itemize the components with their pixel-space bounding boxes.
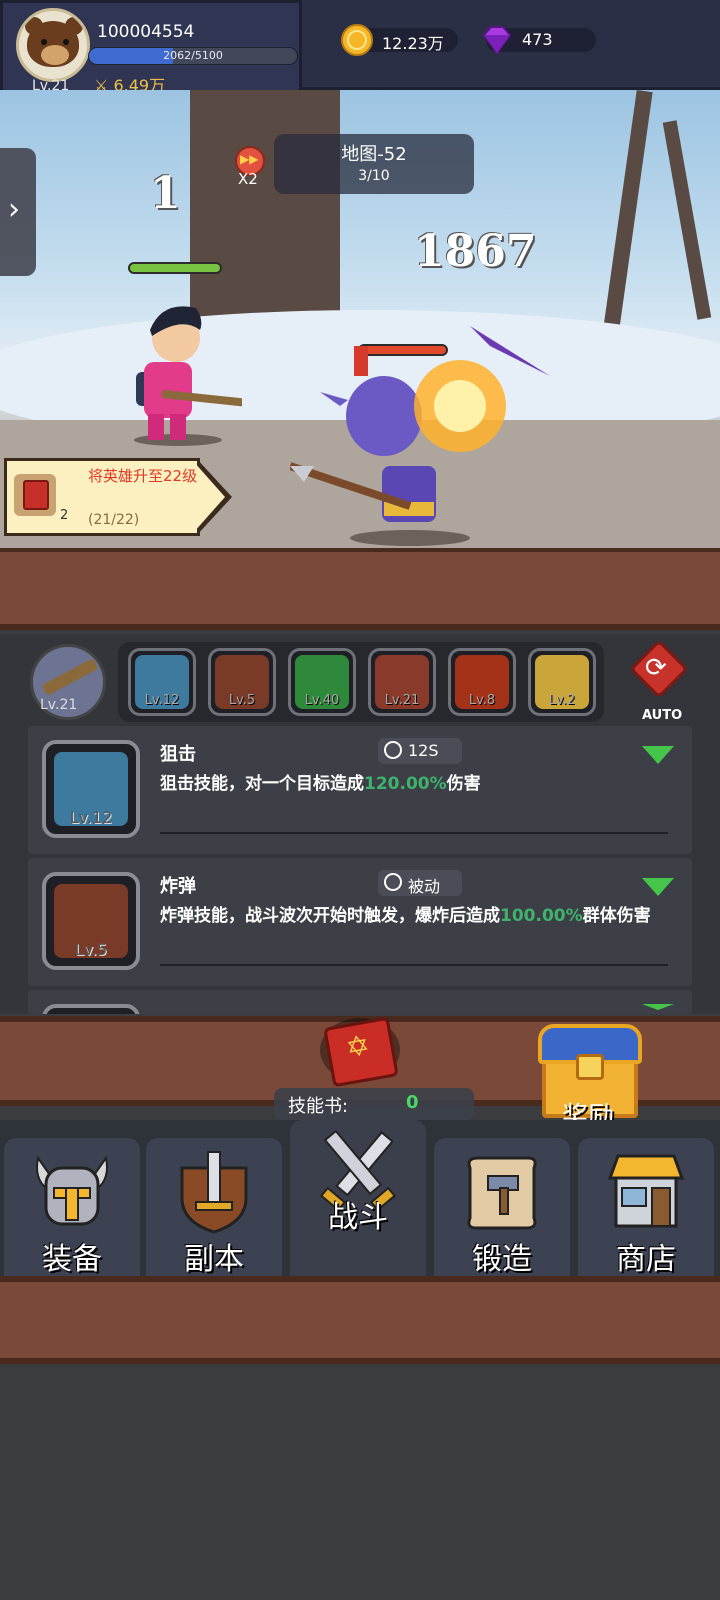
- quest-banner[interactable]: 2 将英雄升至22级 (21/22): [0, 456, 236, 538]
- rifle-icon: [41, 658, 99, 696]
- skill-slot-level: Lv.2: [548, 693, 576, 708]
- refresh-icon: ⟳: [645, 653, 667, 683]
- clock-icon: [384, 741, 402, 759]
- skill-book-button[interactable]: ✡: [320, 1014, 410, 1088]
- desc-text: 伤害: [446, 774, 481, 794]
- damage-number: 1867: [414, 226, 537, 277]
- skill-card-level: Lv.5: [74, 940, 108, 959]
- nav-tab-label: 商店: [616, 1242, 676, 1277]
- desc-text: 群体伤害: [582, 906, 651, 926]
- sword-shield-icon: [180, 1151, 248, 1234]
- skill-cooldown-badge: 被动: [378, 870, 462, 896]
- skill-slot[interactable]: Lv.21: [368, 648, 436, 716]
- skill-card[interactable]: Lv.5 炸弹 被动 炸弹技能，战斗波次开始时触发，爆炸后造成100.00%群体…: [28, 858, 692, 986]
- gold-value: 12.23万: [382, 34, 444, 53]
- forge-scroll-icon: [467, 1156, 537, 1230]
- map-name: 地图-52: [341, 144, 407, 165]
- skill-card-name: 炸弹: [160, 876, 196, 897]
- skill-slot-level: Lv.12: [144, 693, 180, 708]
- nav-tab-forge[interactable]: 锻造: [434, 1138, 570, 1277]
- skill-card-partial[interactable]: [28, 990, 692, 1014]
- quest-reward-count: 2: [60, 508, 69, 523]
- skill-book-label: 技能书:: [288, 1096, 349, 1117]
- player-id: 100004554: [97, 22, 195, 42]
- wood-divider: [0, 1276, 720, 1364]
- nav-tab-label: 装备: [42, 1242, 102, 1277]
- skill-cooldown-text: 12S: [408, 741, 439, 760]
- skill-slot[interactable]: Lv.40: [288, 648, 356, 716]
- chest-lock-icon: [576, 1054, 604, 1080]
- expand-triangle-icon[interactable]: [642, 1004, 674, 1010]
- nav-tab-shop[interactable]: 商店: [578, 1138, 714, 1277]
- gem-value: 473: [522, 30, 553, 49]
- skill-card[interactable]: Lv.12 狙击 12S 狙击技能，对一个目标造成120.00%伤害: [28, 726, 692, 854]
- skill-card-icon-frame: Lv.5: [42, 872, 140, 970]
- player-avatar[interactable]: [16, 8, 90, 82]
- desc-text: 狙击技能，对一个目标造成: [160, 774, 364, 794]
- bear-eye: [63, 39, 69, 45]
- bare-tree: [662, 120, 712, 320]
- expand-triangle-icon[interactable]: [642, 746, 674, 764]
- purple-gem-icon: [482, 26, 512, 55]
- nav-tab-equipment[interactable]: 装备: [4, 1138, 140, 1277]
- bottom-empty-area: [0, 1364, 720, 1600]
- skill-slot[interactable]: Lv.5: [208, 648, 276, 716]
- expand-triangle-icon[interactable]: [642, 878, 674, 896]
- skill-slot[interactable]: Lv.12: [128, 648, 196, 716]
- skill-card-description: 炸弹技能，战斗波次开始时触发，爆炸后造成100.00%群体伤害: [160, 904, 660, 928]
- wave-progress: 3/10: [358, 168, 390, 184]
- bear-snout: [41, 45, 69, 65]
- auto-label: AUTO: [642, 708, 683, 723]
- speed-label: X2: [238, 170, 258, 188]
- weapon-level: Lv.21: [40, 697, 78, 713]
- nav-tab-dungeon[interactable]: 副本: [146, 1138, 282, 1277]
- side-expand-button[interactable]: ›: [0, 148, 36, 276]
- quest-reward-icon: [14, 474, 56, 516]
- gold-counter[interactable]: 12.23万: [341, 24, 458, 56]
- skill-cooldown-badge: 12S: [378, 738, 462, 764]
- hero-hp-bar: [128, 262, 222, 274]
- quest-progress: (21/22): [88, 512, 140, 528]
- wood-divider: [0, 548, 720, 630]
- nav-tab-label: 副本: [184, 1242, 244, 1277]
- desc-text: 炸弹技能，战斗波次开始时触发，爆炸后造成: [160, 906, 500, 926]
- skill-cooldown-text: 被动: [408, 877, 441, 896]
- clock-icon: [384, 873, 402, 891]
- bear-eye: [41, 39, 47, 45]
- gold-coin-icon: [341, 24, 373, 56]
- skill-book-count: 0: [406, 1092, 419, 1113]
- shop-icon: [607, 1154, 685, 1228]
- damage-number: 1: [150, 168, 181, 219]
- nav-tab-battle[interactable]: 战斗: [290, 1120, 426, 1280]
- skill-card-icon-frame: [42, 1004, 140, 1014]
- desc-highlight: 120.00%: [364, 774, 447, 794]
- skill-book-icon: [23, 480, 49, 510]
- skill-slot-level: Lv.8: [468, 693, 496, 708]
- desc-highlight: 100.00%: [500, 906, 583, 926]
- skill-card-name: 狙击: [160, 744, 196, 765]
- hero-character: [134, 306, 242, 446]
- auto-button[interactable]: ⟳: [628, 639, 689, 716]
- exp-text: 2062/5100: [163, 49, 223, 62]
- bare-tree: [603, 90, 653, 330]
- skill-book-counter: 技能书: 0: [274, 1088, 474, 1120]
- skill-slot[interactable]: Lv.8: [448, 648, 516, 716]
- nav-tab-label: 锻造: [472, 1242, 532, 1277]
- nav-tab-label: 战斗: [328, 1200, 388, 1235]
- gem-counter[interactable]: 473: [482, 26, 596, 55]
- divider: [160, 964, 668, 966]
- chevron-right-icon: ›: [8, 192, 20, 227]
- goblin-enemy-character: [290, 326, 550, 546]
- skill-slot[interactable]: Lv.2: [528, 648, 596, 716]
- helmet-icon: [36, 1155, 108, 1226]
- skill-card-icon-frame: Lv.12: [42, 740, 140, 838]
- skill-slot-level: Lv.5: [228, 693, 256, 708]
- skill-card-level: Lv.12: [69, 808, 113, 827]
- skill-card-description: 狙击技能，对一个目标造成120.00%伤害: [160, 772, 660, 796]
- divider: [160, 832, 668, 834]
- exp-bar: 2062/5100: [88, 47, 298, 65]
- skill-slot-level: Lv.21: [384, 693, 420, 708]
- quest-title: 将英雄升至22级: [88, 467, 198, 485]
- skill-slot-level: Lv.40: [304, 693, 340, 708]
